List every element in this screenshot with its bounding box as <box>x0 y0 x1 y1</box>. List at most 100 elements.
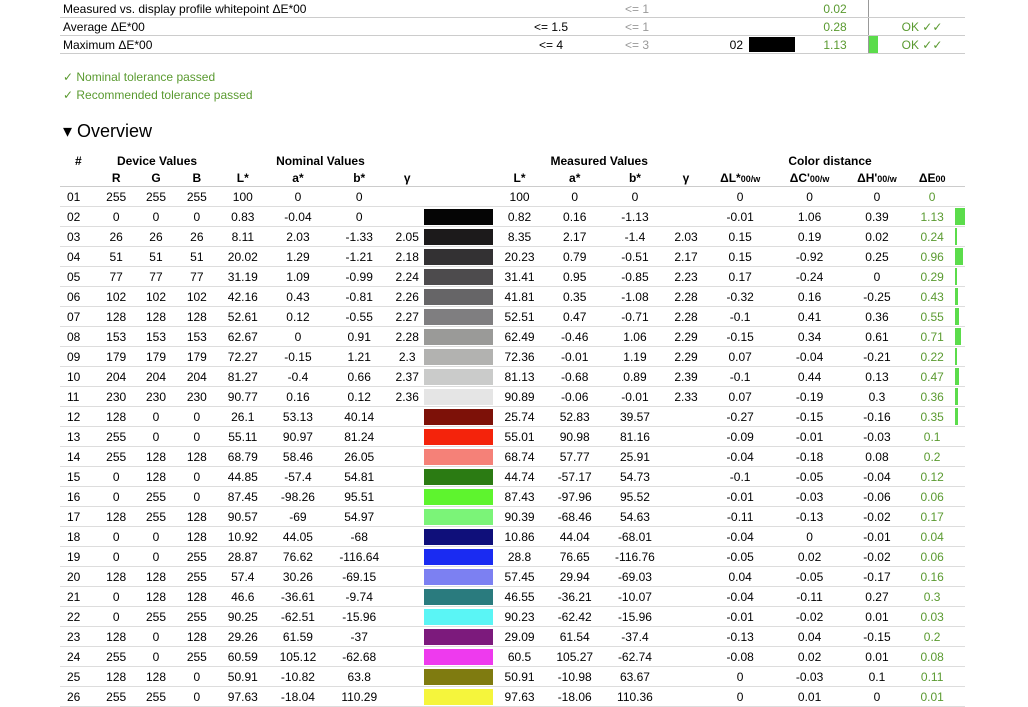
nominal-value: -1.21 <box>327 246 391 267</box>
delta-e-bar-cell <box>954 466 965 487</box>
swatch-box <box>749 37 795 52</box>
col-bar-sub <box>954 169 965 187</box>
nominal-value: -62.68 <box>327 646 391 667</box>
nominal-value <box>390 566 424 587</box>
color-swatch-cell <box>423 386 493 407</box>
color-swatch <box>423 208 493 225</box>
distance-value: 0 <box>774 526 845 547</box>
summary-bar-cell <box>868 35 879 54</box>
distance-value: -0.1 <box>705 306 775 327</box>
nominal-value: 0 <box>268 326 328 347</box>
measured-value <box>666 546 706 567</box>
distance-value: 0.15 <box>705 246 775 267</box>
summary-label: Average ΔE*00 <box>60 17 508 36</box>
measured-value <box>666 446 706 467</box>
delta-e-bar-cell <box>954 226 965 247</box>
color-swatch <box>423 288 493 305</box>
measured-value: -10.98 <box>546 666 604 687</box>
measured-value: 0.79 <box>546 246 604 267</box>
nominal-value: 1.29 <box>268 246 328 267</box>
distance-value: 0 <box>705 686 775 707</box>
measured-value: -0.85 <box>603 266 667 287</box>
device-value: 204 <box>96 366 136 387</box>
patch-index: 05 <box>60 266 97 287</box>
device-value: 179 <box>96 346 136 367</box>
color-swatch <box>423 248 493 265</box>
group-header-row: # Device Values Nominal Values Measured … <box>60 152 965 169</box>
nominal-value: 20.02 <box>217 246 269 267</box>
col-swatch-sub <box>423 169 493 187</box>
device-value: 128 <box>176 626 218 647</box>
nominal-value: 63.8 <box>327 666 391 687</box>
device-values-header: Device Values <box>116 153 198 168</box>
nominal-value <box>390 506 424 527</box>
distance-value: -0.04 <box>705 586 775 607</box>
nominal-value: 2.03 <box>268 226 328 247</box>
device-value: 0 <box>135 426 177 447</box>
device-value: 0 <box>176 686 218 707</box>
distance-value: 0.1 <box>844 666 910 687</box>
nominal-value <box>390 426 424 447</box>
measured-value: -68.01 <box>603 526 667 547</box>
device-value: 0 <box>96 586 136 607</box>
delta-e-bar-cell <box>954 386 965 407</box>
nominal-value: 95.51 <box>327 486 391 507</box>
measured-value <box>666 666 706 687</box>
color-swatch-cell <box>423 506 493 527</box>
delta-e-bar <box>954 288 959 305</box>
measured-value: -15.96 <box>603 606 667 627</box>
table-row: 11 230 230 230 90.77 0.16 0.12 2.36 90.89 -0.06 -0… <box>60 386 965 407</box>
measured-value: 31.41 <box>493 266 547 287</box>
delta-e-value: 0.17 <box>909 506 955 527</box>
device-value: 255 <box>96 686 136 707</box>
distance-value: -0.04 <box>774 346 845 367</box>
overview-toggle[interactable]: ▾ Overview <box>63 121 152 142</box>
device-value: 0 <box>176 486 218 507</box>
nominal-value: -98.26 <box>268 486 328 507</box>
measured-value: -0.46 <box>546 326 604 347</box>
device-value: 0 <box>135 406 177 427</box>
device-value: 255 <box>135 506 177 527</box>
measured-value <box>666 566 706 587</box>
patch-index: 21 <box>60 586 97 607</box>
delta-e-value: 0.12 <box>909 466 955 487</box>
measured-value: 54.73 <box>603 466 667 487</box>
color-swatch-cell <box>423 566 493 587</box>
distance-value: 0.3 <box>844 386 910 407</box>
measured-value <box>666 646 706 667</box>
summary-row: Measured vs. display profile whitepoint … <box>60 0 965 18</box>
delta-e-value: 0.2 <box>909 446 955 467</box>
distance-value: -0.27 <box>705 406 775 427</box>
patch-index: 18 <box>60 526 97 547</box>
nominal-value <box>390 546 424 567</box>
table-row: 22 0 255 255 90.25 -62.51 -15.96 90.23 -62.42 -15… <box>60 606 965 627</box>
patch-index: 12 <box>60 406 97 427</box>
col-nom-b-header: b* <box>327 169 391 187</box>
device-value: 255 <box>176 186 218 207</box>
nominal-value: 57.4 <box>217 566 269 587</box>
device-value: 204 <box>176 366 218 387</box>
summary-result: OK ✓✓ <box>879 35 965 54</box>
delta-e-value: 0.03 <box>909 606 955 627</box>
measured-value: -62.74 <box>603 646 667 667</box>
measured-value: 1.06 <box>603 326 667 347</box>
patch-index: 24 <box>60 646 97 667</box>
color-swatch <box>423 488 493 505</box>
nominal-value: 0.12 <box>268 306 328 327</box>
summary-table: Measured vs. display profile whitepoint … <box>60 0 965 54</box>
measured-value <box>666 526 706 547</box>
nominal-value: 50.91 <box>217 666 269 687</box>
summary-nominal <box>508 0 594 18</box>
distance-value: 0.34 <box>774 326 845 347</box>
measured-value <box>666 486 706 507</box>
device-value: 255 <box>96 186 136 207</box>
tolerance-results: ✓ Nominal tolerance passed ✓ Recommended… <box>63 68 253 104</box>
distance-value: -0.03 <box>844 426 910 447</box>
measured-value: 110.36 <box>603 686 667 707</box>
device-value: 128 <box>96 566 136 587</box>
summary-result <box>879 0 965 18</box>
distance-value: 0.01 <box>774 686 845 707</box>
color-swatch-cell <box>423 526 493 547</box>
col-nom-a-header: a* <box>268 169 328 187</box>
nominal-value <box>390 466 424 487</box>
